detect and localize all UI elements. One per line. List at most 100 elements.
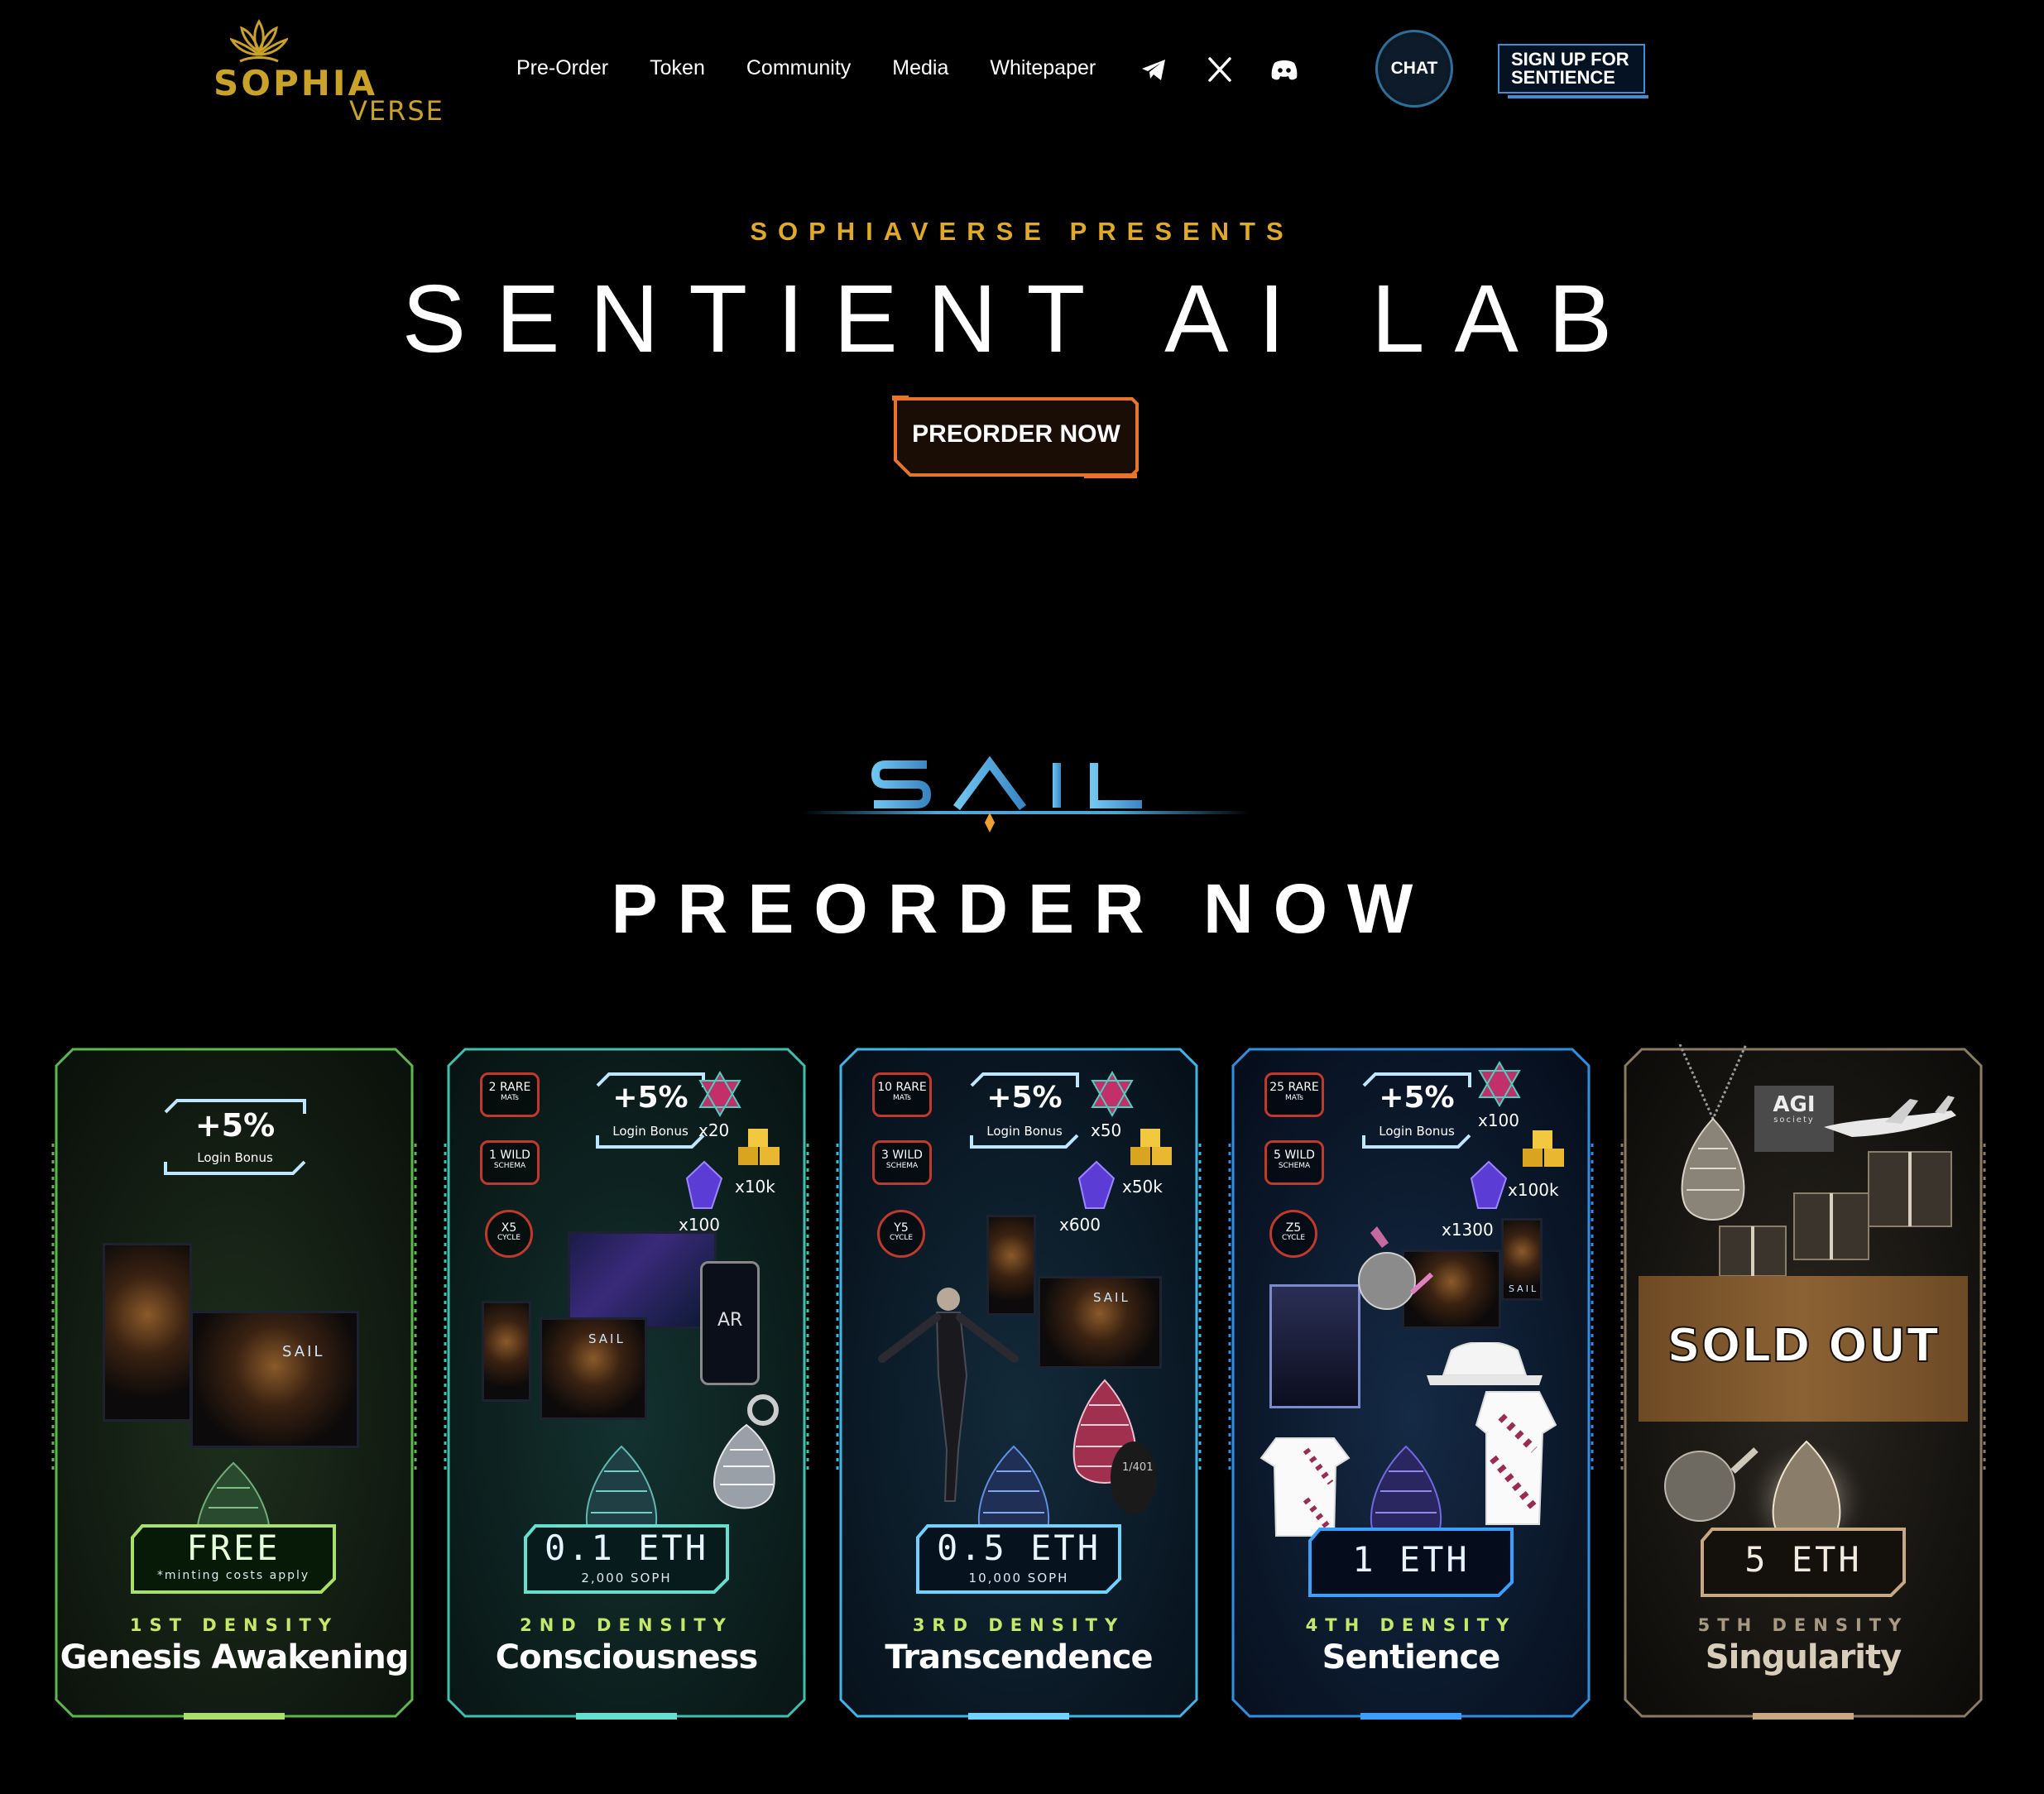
login-bonus-badge: +5% Login Bonus <box>593 1069 708 1152</box>
cycle-value: Y5 <box>894 1221 909 1235</box>
price-badge: 5 ETH <box>1697 1524 1909 1602</box>
avatar-poster <box>482 1301 531 1402</box>
wild-count: 5 WILD <box>1274 1149 1315 1162</box>
nav-link-pre-order[interactable]: Pre-Order <box>516 56 608 80</box>
chat-button[interactable]: CHAT <box>1375 30 1453 108</box>
egg-edition-number: 1/401 <box>1122 1461 1154 1474</box>
gold-blocks-icon <box>1523 1130 1564 1167</box>
star-token-icon <box>1478 1061 1521 1107</box>
card-transcendence[interactable]: 10 RARE MATs 3 WILD SCHEMA Y5 CYCLE +5% … <box>836 1044 1202 1721</box>
wild-sub: SCHEMA <box>493 1162 526 1170</box>
bonus-label: Login Bonus <box>197 1150 273 1165</box>
crystal-qty: x50k <box>1122 1177 1163 1197</box>
poster-sail-tag: SAIL <box>588 1331 626 1346</box>
price-badge: FREE *minting costs apply <box>127 1521 339 1599</box>
price-badge: 0.5 ETH 10,000 SOPH <box>913 1521 1125 1599</box>
wild-count: 3 WILD <box>881 1149 923 1162</box>
sophiaverse-logo[interactable]: SOPHIA VERSE <box>214 18 462 127</box>
card-title: Sentience <box>1322 1638 1501 1676</box>
cycle-badge: Y5 CYCLE <box>877 1210 925 1258</box>
price-value: 5 ETH <box>1744 1539 1862 1580</box>
wild-schema-badge: 5 WILD SCHEMA <box>1264 1140 1324 1185</box>
signup-underline <box>1508 95 1648 98</box>
crystal-icon <box>1470 1160 1508 1209</box>
wild-schema-badge: 3 WILD SCHEMA <box>872 1140 932 1185</box>
nav-link-community[interactable]: Community <box>746 56 851 80</box>
card-genesis-awakening[interactable]: +5% Login Bonus SAIL FREE *minting costs… <box>51 1044 417 1721</box>
poster-sail-tag: SAIL <box>1093 1290 1130 1305</box>
density-label: 4TH DENSITY <box>1305 1615 1517 1635</box>
discord-icon[interactable] <box>1268 55 1301 84</box>
poster-qty: x1300 <box>1442 1220 1494 1240</box>
rare-count: 25 RARE <box>1269 1081 1319 1094</box>
nav-link-token[interactable]: Token <box>650 56 705 80</box>
x-icon[interactable] <box>1203 55 1236 84</box>
login-bonus-badge: +5% Login Bonus <box>161 1096 309 1178</box>
poster-qty: x600 <box>1059 1215 1101 1235</box>
rare-sub: MATs <box>1285 1094 1303 1102</box>
lotus-icon <box>230 19 288 63</box>
crystal-qty: x10k <box>735 1177 775 1197</box>
avatar-poster: SAIL <box>1501 1218 1543 1301</box>
sold-out-label: SOLD OUT <box>1667 1318 1940 1374</box>
logo-verse-text: VERSE <box>349 95 444 127</box>
card-consciousness[interactable]: 2 RARE MATs 1 WILD SCHEMA X5 CYCLE +5% L… <box>444 1044 809 1721</box>
preorder-now-button[interactable]: PREORDER NOW <box>892 396 1140 478</box>
avatar-poster: SAIL <box>540 1317 647 1420</box>
rare-mats-badge: 25 RARE MATs <box>1264 1072 1324 1117</box>
crystal-icon <box>685 1160 723 1209</box>
avatar-poster <box>103 1243 192 1422</box>
nav-link-whitepaper[interactable]: Whitepaper <box>990 56 1096 80</box>
planet-rocket-image <box>1358 1226 1434 1310</box>
density-label: 1ST DENSITY <box>129 1615 339 1635</box>
bonus-label: Login Bonus <box>986 1124 1063 1139</box>
density-label: 3RD DENSITY <box>912 1615 1125 1635</box>
rare-count: 2 RARE <box>488 1081 531 1094</box>
crystal-qty: x100k <box>1508 1180 1559 1200</box>
top-nav: SOPHIA VERSE Pre-Order Token Community M… <box>0 0 2044 141</box>
cycle-value: Z5 <box>1285 1221 1302 1235</box>
rare-mats-badge: 2 RARE MATs <box>480 1072 540 1117</box>
bonus-label: Login Bonus <box>612 1124 689 1139</box>
card-singularity[interactable]: AGI society SOLD OUT 5 ETH 5TH DENSITY S… <box>1620 1044 1986 1721</box>
hero-title: SENTIENT AI LAB <box>401 265 1643 372</box>
price-subtext: *minting costs apply <box>156 1569 310 1582</box>
cycle-value: X5 <box>501 1221 517 1235</box>
bonus-value: +5% <box>612 1081 689 1115</box>
price-value: 1 ETH <box>1352 1539 1470 1580</box>
star-qty: x50 <box>1091 1120 1122 1140</box>
price-badge: 0.1 ETH 2,000 SOPH <box>521 1521 732 1599</box>
rare-count: 10 RARE <box>877 1081 927 1094</box>
density-label: 5TH DENSITY <box>1697 1615 1909 1635</box>
wild-schema-badge: 1 WILD SCHEMA <box>480 1140 540 1185</box>
density-label: 2ND DENSITY <box>520 1615 733 1635</box>
silver-egg-keychain-image <box>713 1394 779 1509</box>
bonus-label: Login Bonus <box>1379 1124 1455 1139</box>
phone-image: AR <box>700 1261 760 1385</box>
signup-button[interactable]: SIGN UP FOR SENTIENCE <box>1498 44 1648 98</box>
card-title: Consciousness <box>495 1638 759 1676</box>
sail-logo <box>803 755 1250 832</box>
ar-label: AR <box>717 1310 743 1331</box>
nav-links: Pre-Order Token Community Media Whitepap… <box>516 56 1096 80</box>
telegram-icon[interactable] <box>1137 55 1170 84</box>
price-value: FREE <box>186 1528 281 1568</box>
cycle-badge: X5 CYCLE <box>485 1210 533 1258</box>
card-sentience[interactable]: 25 RARE MATs 5 WILD SCHEMA Z5 CYCLE +5% … <box>1228 1044 1594 1721</box>
wild-sub: SCHEMA <box>1278 1162 1311 1170</box>
crystal-icon <box>1077 1160 1116 1209</box>
wild-sub: SCHEMA <box>885 1162 919 1170</box>
price-badge: 1 ETH <box>1305 1524 1517 1602</box>
login-bonus-badge: +5% Login Bonus <box>967 1069 1082 1152</box>
nav-link-media[interactable]: Media <box>892 56 948 80</box>
avatar-poster: SAIL <box>1038 1276 1162 1369</box>
preorder-button-label: PREORDER NOW <box>912 420 1120 448</box>
bonus-value: +5% <box>194 1107 276 1144</box>
wild-count: 1 WILD <box>489 1149 530 1162</box>
price-subtext: 2,000 SOPH <box>581 1571 672 1585</box>
bonus-value: +5% <box>1379 1081 1455 1115</box>
card-title: Transcendence <box>885 1638 1153 1676</box>
chat-label: CHAT <box>1390 59 1438 78</box>
price-subtext: 10,000 SOPH <box>968 1571 1069 1585</box>
star-token-icon <box>698 1071 741 1117</box>
